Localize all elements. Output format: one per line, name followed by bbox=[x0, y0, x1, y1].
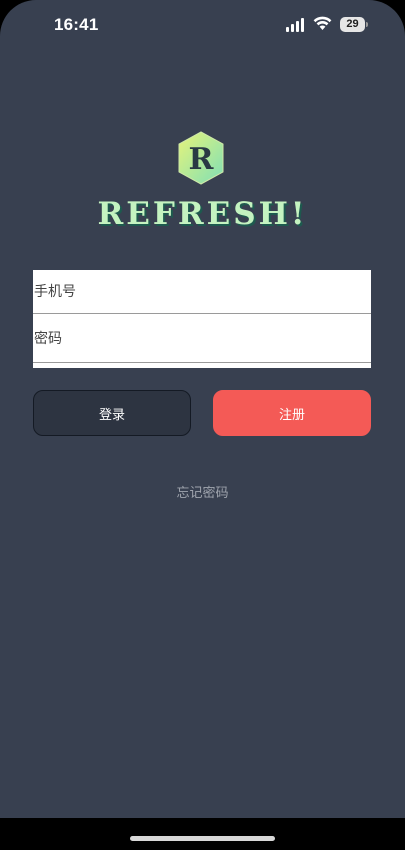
signal-icon bbox=[286, 18, 304, 32]
wifi-icon bbox=[313, 16, 332, 30]
password-field bbox=[33, 315, 371, 363]
login-button[interactable]: 登录 bbox=[33, 390, 191, 436]
login-form bbox=[33, 270, 371, 368]
status-bar: 16:41 29 bbox=[0, 0, 405, 50]
logo-badge-icon: R bbox=[178, 131, 224, 185]
phone-frame: 16:41 29 R REFRESH! 手机号 登录 注册 忘记密码 bbox=[0, 0, 405, 850]
app-screen: 16:41 29 R REFRESH! 手机号 登录 注册 忘记密码 bbox=[0, 0, 405, 818]
password-input[interactable] bbox=[33, 315, 371, 362]
battery-tip bbox=[366, 22, 368, 27]
phone-field bbox=[33, 270, 371, 314]
brand-title: REFRESH! bbox=[97, 196, 308, 232]
phone-input[interactable] bbox=[33, 270, 371, 313]
status-time: 16:41 bbox=[54, 15, 99, 34]
home-indicator[interactable] bbox=[130, 836, 275, 841]
battery-icon: 29 bbox=[340, 17, 369, 32]
battery-level: 29 bbox=[340, 17, 365, 32]
forgot-password-link[interactable]: 忘记密码 bbox=[0, 482, 405, 501]
register-button[interactable]: 注册 bbox=[213, 390, 371, 436]
logo-letter: R bbox=[189, 142, 215, 177]
